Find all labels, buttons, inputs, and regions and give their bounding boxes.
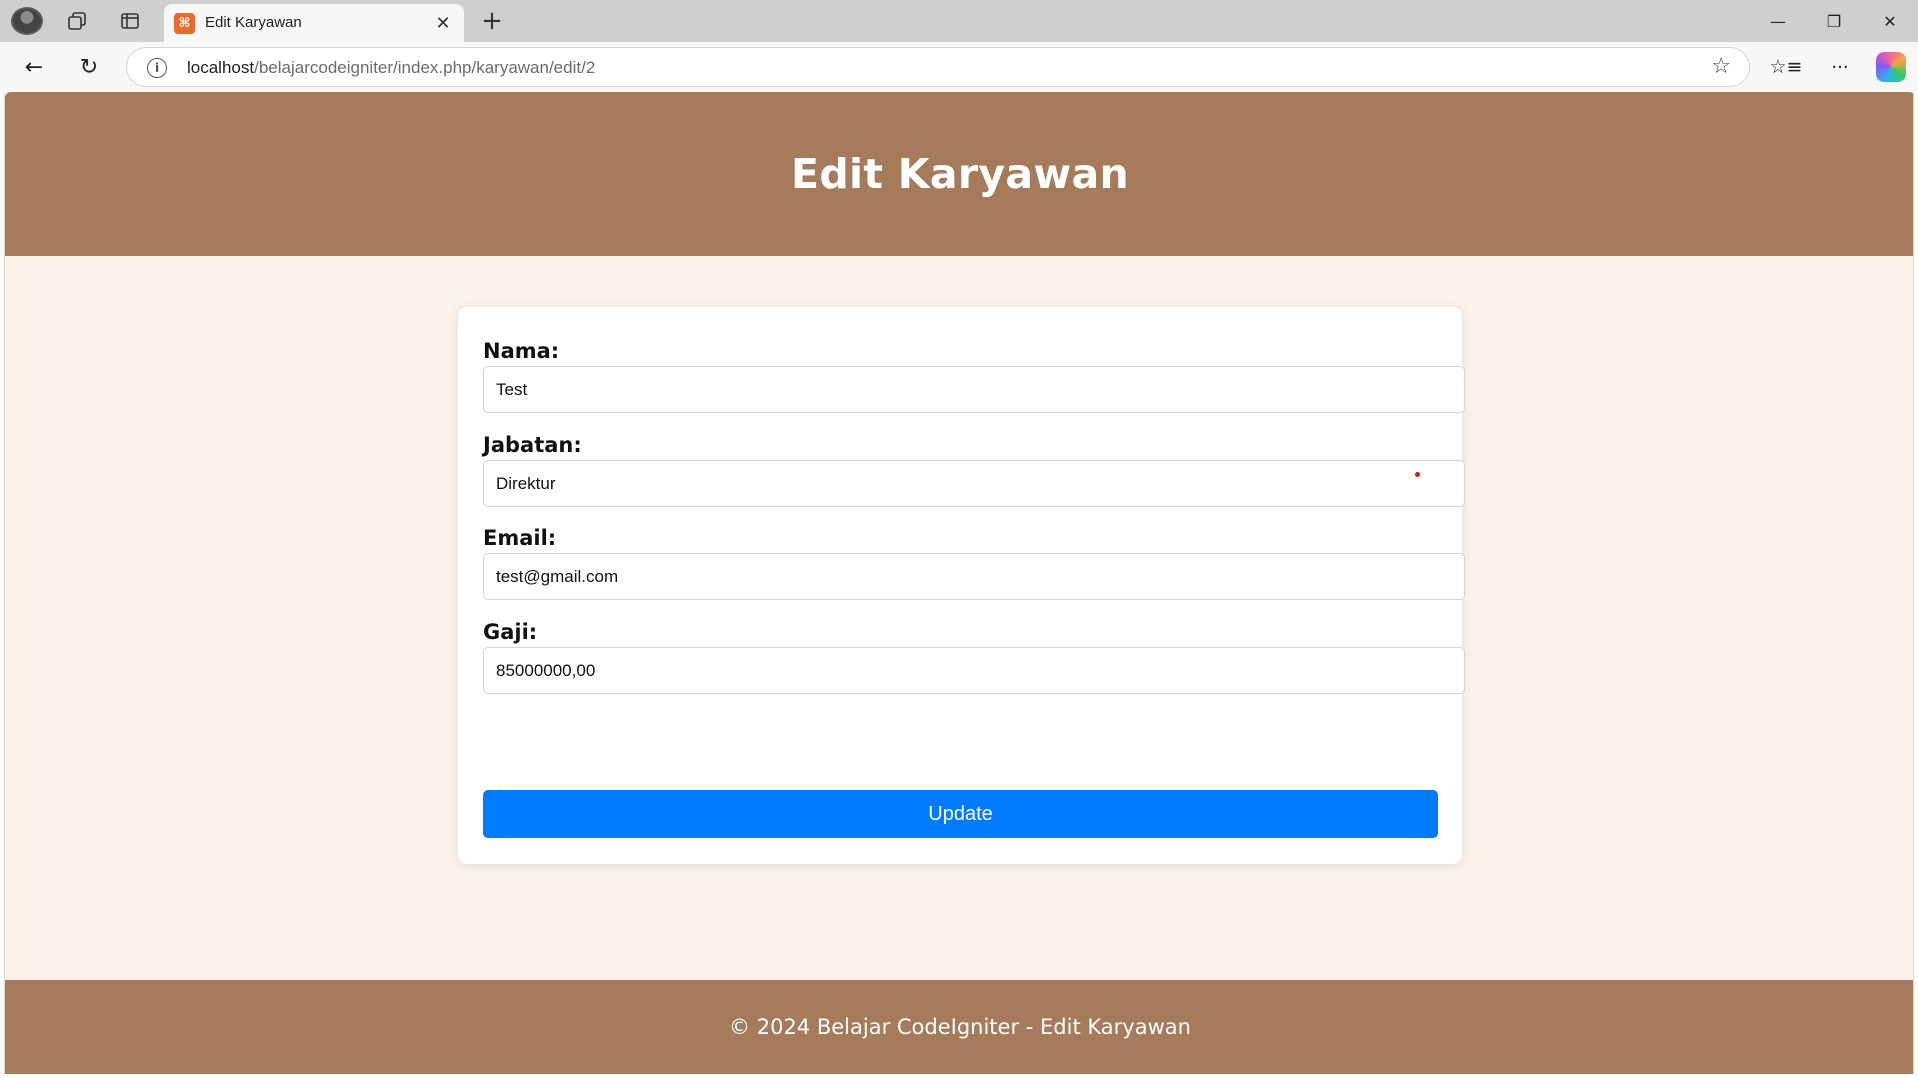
refresh-icon[interactable]: ↻ bbox=[71, 50, 107, 84]
footer-text: © 2024 Belajar CodeIgniter - Edit Karyaw… bbox=[729, 1015, 1191, 1039]
profile-avatar[interactable] bbox=[11, 7, 43, 35]
gaji-input[interactable] bbox=[483, 647, 1465, 694]
email-input[interactable] bbox=[483, 553, 1465, 600]
copilot-icon[interactable] bbox=[1876, 52, 1906, 82]
tab-title: Edit Karyawan bbox=[205, 14, 302, 31]
favorites-icon[interactable]: ☆≡ bbox=[1768, 50, 1804, 84]
workspaces-icon[interactable] bbox=[59, 6, 95, 36]
browser-nav-bar: ← ↻ i localhost/belajarcodeigniter/index… bbox=[0, 42, 1918, 92]
url-host: localhost bbox=[187, 58, 255, 77]
back-arrow-icon[interactable]: ← bbox=[16, 50, 52, 84]
site-footer: © 2024 Belajar CodeIgniter - Edit Karyaw… bbox=[5, 980, 1913, 1074]
nama-label: Nama: bbox=[483, 339, 560, 363]
jabatan-input[interactable] bbox=[483, 460, 1465, 507]
minimize-icon[interactable]: — bbox=[1750, 0, 1806, 42]
address-bar[interactable]: i localhost/belajarcodeigniter/index.php… bbox=[126, 47, 1750, 87]
gaji-label: Gaji: bbox=[483, 620, 538, 644]
window-close-icon[interactable]: ✕ bbox=[1862, 0, 1918, 42]
info-icon[interactable]: i bbox=[147, 58, 167, 78]
nama-input[interactable] bbox=[483, 366, 1465, 413]
edit-karyawan-form: Nama: Jabatan: Email: Gaji: Update bbox=[458, 307, 1465, 864]
browser-tab-bar: ⌘ Edit Karyawan ✕ + — ❐ ✕ bbox=[0, 0, 1918, 42]
red-dot-marker bbox=[1415, 472, 1420, 477]
restore-icon[interactable]: ❐ bbox=[1806, 0, 1862, 42]
tab-edit-karyawan[interactable]: ⌘ Edit Karyawan ✕ bbox=[164, 4, 464, 42]
url-path: /belajarcodeigniter/index.php/karyawan/e… bbox=[254, 58, 596, 77]
star-icon[interactable]: ☆ bbox=[1711, 54, 1731, 79]
close-icon[interactable]: ✕ bbox=[430, 10, 456, 36]
vertical-tabs-icon-svg bbox=[121, 13, 139, 29]
jabatan-label: Jabatan: bbox=[483, 433, 582, 457]
site-header: Edit Karyawan bbox=[5, 92, 1913, 256]
workspaces-icon-svg bbox=[68, 12, 86, 30]
update-button[interactable]: Update bbox=[483, 790, 1438, 838]
page-viewport: Edit Karyawan Nama: Jabatan: Email: Gaji… bbox=[4, 92, 1914, 1074]
email-label: Email: bbox=[483, 526, 557, 550]
more-icon[interactable]: ··· bbox=[1822, 50, 1858, 84]
vertical-tabs-icon[interactable] bbox=[112, 6, 148, 36]
page-title: Edit Karyawan bbox=[791, 150, 1129, 198]
plus-icon[interactable]: + bbox=[474, 6, 510, 36]
url-text[interactable]: localhost/belajarcodeigniter/index.php/k… bbox=[187, 58, 595, 78]
codeigniter-favicon-icon: ⌘ bbox=[174, 13, 195, 34]
